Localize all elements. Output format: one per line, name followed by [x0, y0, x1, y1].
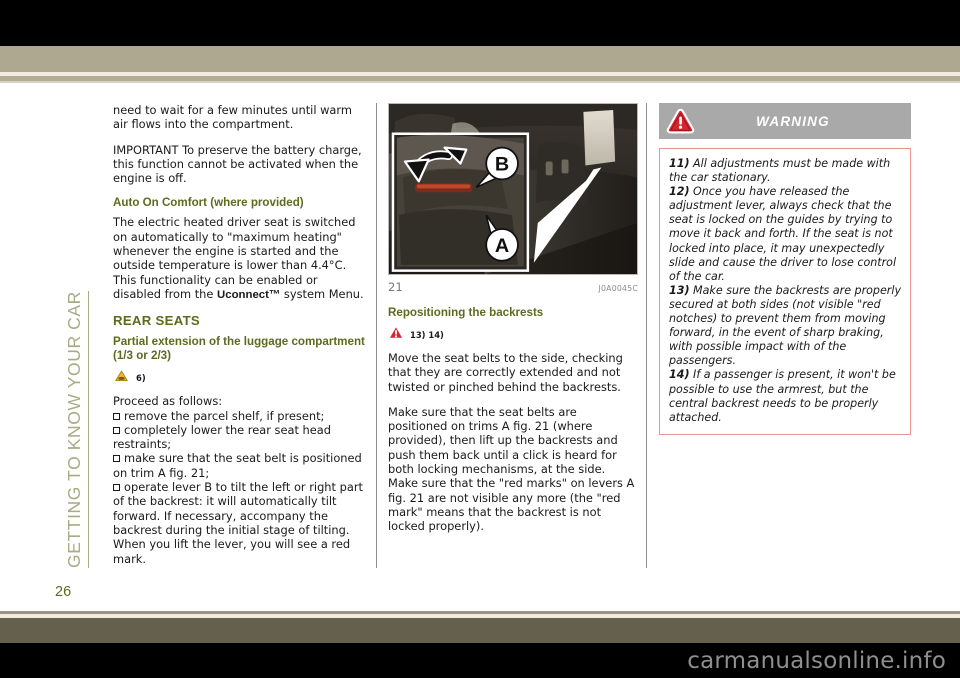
warning-reference-numbers: 13) 14): [410, 329, 444, 340]
column-divider-1: [376, 103, 377, 568]
heading-auto-on-comfort: Auto On Comfort (where provided): [113, 196, 304, 210]
heading-partial-extension: Partial extension of the luggage compart…: [113, 335, 365, 363]
list-item: make sure that the seat belt is position…: [113, 451, 365, 480]
paragraph-make-sure-belts: Make sure that the seat belts are positi…: [388, 404, 635, 534]
page-screenshot: GETTING TO KNOW YOUR CAR need to wait fo…: [0, 0, 960, 678]
warning-note: 13) Make sure the backrests are properly…: [669, 284, 901, 367]
column-divider-2: [646, 103, 647, 568]
warning-note-text: All adjustments must be made with the ca…: [669, 157, 891, 185]
heated-seat-text-after: system Menu.: [280, 286, 364, 301]
warning-note-text: Make sure the backrests are properly sec…: [669, 283, 902, 368]
list-item-text: operate lever B to tilt the left or righ…: [113, 480, 363, 566]
paragraph-proceed-as-follows: Proceed as follows:: [113, 394, 223, 409]
figure-21: B A: [388, 103, 638, 275]
caution-reference-row: 6): [113, 368, 365, 387]
warning-note: 12) Once you have released the adjustmen…: [669, 185, 896, 283]
caution-triangle-icon: [113, 368, 130, 387]
list-item: completely lower the rear seat head rest…: [113, 423, 365, 452]
warning-note: 14) If a passenger is present, it won't …: [669, 368, 896, 423]
square-bullet-icon: [113, 484, 120, 492]
svg-text:A: A: [495, 235, 509, 257]
heading-repositioning-backrests: Repositioning the backrests: [388, 306, 544, 319]
warning-note-text: If a passenger is present, it won't be p…: [669, 368, 896, 424]
heading-rear-seats: REAR SEATS: [113, 313, 201, 329]
list-item: operate lever B to tilt the left or righ…: [113, 480, 365, 566]
footer-watermark-bar: carmanualsonline.info: [0, 643, 960, 678]
running-head: GETTING TO KNOW YOUR CAR: [30, 100, 89, 570]
svg-text:B: B: [495, 153, 509, 175]
warning-note-text: Once you have released the adjustment le…: [669, 185, 897, 283]
top-tan-band: [0, 46, 960, 72]
right-column: WARNING 11) All adjustments must be made…: [659, 103, 911, 435]
square-bullet-icon: [113, 426, 120, 434]
left-column: need to wait for a few minutes until war…: [113, 103, 365, 566]
middle-column: B A 21 J0A0045C Repositioning the backre…: [388, 103, 638, 545]
list-item-text: remove the parcel shelf, if present;: [124, 408, 325, 423]
warning-triangle-icon: [666, 108, 695, 135]
list-item-text: completely lower the rear seat head rest…: [113, 422, 331, 452]
warning-note-number: 11): [669, 157, 690, 170]
warning-note-number: 14): [669, 368, 690, 382]
rear-seat-photo: B A: [389, 104, 637, 274]
bottom-olive-band: [0, 618, 960, 643]
warning-note: 11) All adjustments must be made with th…: [669, 157, 890, 184]
warning-note-number: 12): [669, 185, 690, 199]
figure-code: J0A0045C: [598, 284, 638, 293]
warning-header: WARNING: [659, 103, 911, 139]
warning-title: WARNING: [756, 113, 830, 129]
figure-number: 21: [388, 280, 403, 294]
square-bullet-icon: [113, 455, 120, 463]
list-item-text: make sure that the seat belt is position…: [113, 451, 362, 480]
warning-triangle-icon: [388, 325, 404, 344]
paragraph-heated-seat: The electric heated driver seat is switc…: [113, 215, 365, 302]
running-head-label: GETTING TO KNOW YOUR CAR: [64, 291, 89, 568]
paragraph-need-to-wait: need to wait for a few minutes until war…: [113, 103, 352, 132]
figure-caption: 21 J0A0045C: [388, 280, 638, 294]
warning-note-number: 13): [669, 283, 690, 297]
paragraph-important-battery: IMPORTANT To preserve the battery charge…: [113, 142, 362, 186]
page-number: 26: [55, 584, 72, 600]
warning-notes: 11) All adjustments must be made with th…: [659, 148, 911, 435]
paragraph-move-seat-belts: Move the seat belts to the side, checkin…: [388, 351, 623, 394]
caution-reference-number: 6): [136, 372, 146, 383]
uconnect-label: Uconnect™: [217, 288, 281, 301]
square-bullet-icon: [113, 412, 120, 420]
watermark-label: carmanualsonline.info: [687, 648, 946, 674]
procedure-bullet-list: remove the parcel shelf, if present; com…: [113, 409, 365, 566]
list-item: remove the parcel shelf, if present;: [113, 409, 365, 423]
warning-reference-row: 13) 14): [388, 325, 638, 344]
